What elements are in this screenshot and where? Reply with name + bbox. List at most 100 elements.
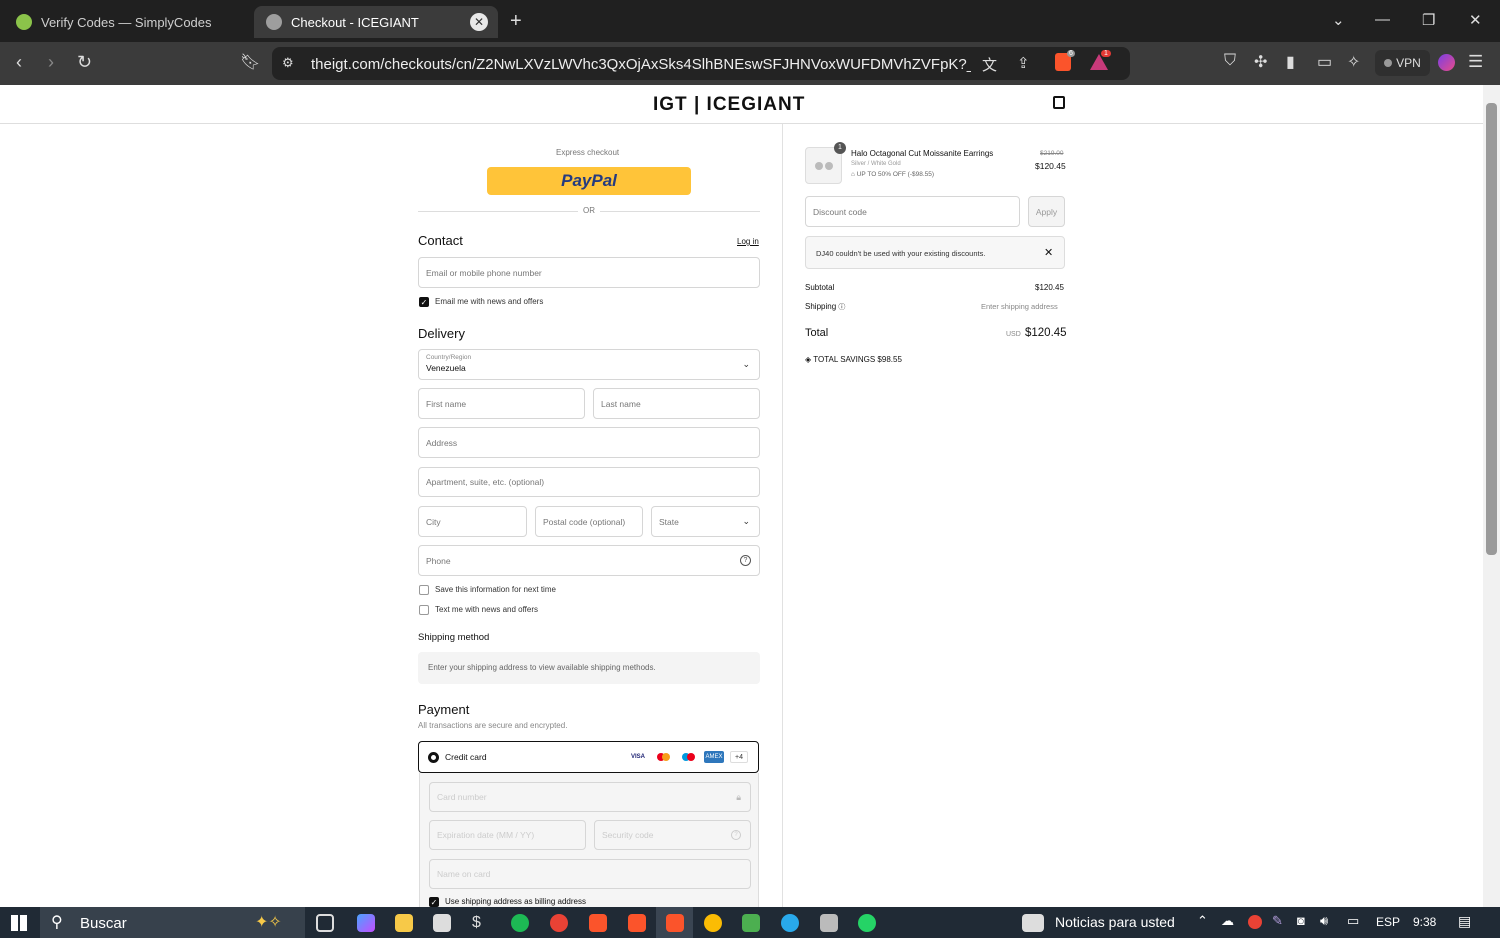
camera-icon[interactable]: ◙ xyxy=(1297,913,1305,928)
share-icon[interactable]: ⇪ xyxy=(1017,54,1030,72)
wallet-icon[interactable]: ▭ xyxy=(1317,52,1332,72)
translate-icon[interactable]: 文 xyxy=(982,54,997,75)
brave-icon[interactable] xyxy=(589,914,607,932)
discount-code-field[interactable]: Discount code xyxy=(805,196,1020,227)
brave-beta-icon[interactable] xyxy=(628,914,646,932)
login-link[interactable]: Log in xyxy=(737,237,759,246)
task-view-icon[interactable] xyxy=(316,914,334,932)
security-code-field[interactable]: Security code? xyxy=(594,820,751,850)
scrollbar-thumb[interactable] xyxy=(1486,103,1497,555)
shield-icon[interactable]: ⛉ xyxy=(1224,52,1236,70)
text-news-checkbox[interactable] xyxy=(419,605,429,615)
apply-button[interactable]: Apply xyxy=(1028,196,1065,227)
sidebar-icon[interactable]: ▮ xyxy=(1286,52,1295,72)
card-number-field[interactable]: Card number 🔒︎ xyxy=(429,782,751,812)
phone-field[interactable]: Phone? xyxy=(418,545,760,576)
close-tab-icon[interactable]: ✕ xyxy=(470,13,488,31)
windows-start-icon[interactable] xyxy=(11,915,27,931)
city-field[interactable]: City xyxy=(418,506,527,537)
contact-heading: Contact xyxy=(418,233,463,248)
tab-simplycodes[interactable]: Verify Codes — SimplyCodes xyxy=(4,6,250,38)
help-icon[interactable]: ? xyxy=(740,555,751,566)
state-select[interactable]: State ⌄ xyxy=(651,506,760,537)
restore-button[interactable]: ❐ xyxy=(1422,11,1435,29)
total-value: $120.45 xyxy=(1025,327,1067,339)
save-info-checkbox[interactable] xyxy=(419,585,429,595)
file-explorer-icon[interactable] xyxy=(395,914,413,932)
postal-code-field[interactable]: Postal code (optional) xyxy=(535,506,643,537)
text-news-label: Text me with news and offers xyxy=(435,605,539,614)
icegiant-logo[interactable]: IGT | ICEGIANT xyxy=(653,94,805,116)
onedrive-icon[interactable]: ☁ xyxy=(1221,913,1234,929)
email-news-checkbox[interactable]: ✓ xyxy=(419,297,429,307)
credit-card-option[interactable]: Credit card VISA AMEX +4 xyxy=(418,741,759,773)
vertical-scrollbar[interactable] xyxy=(1483,85,1500,907)
store-header: IGT | ICEGIANT xyxy=(0,85,1483,124)
telegram-icon[interactable] xyxy=(781,914,799,932)
leo-ai-icon[interactable]: ✧ xyxy=(1347,52,1360,72)
discount-text: UP TO 50% OFF (-$98.55) xyxy=(856,171,935,178)
tab-list-chevron-icon[interactable]: ⌄ xyxy=(1332,11,1345,29)
minecraft-icon[interactable] xyxy=(742,914,760,932)
chrome-tray-icon[interactable] xyxy=(1248,915,1262,929)
last-name-field[interactable]: Last name xyxy=(593,388,760,419)
tab-title: Checkout - ICEGIANT xyxy=(291,14,419,30)
bookmark-icon[interactable]: 🔖︎ xyxy=(240,52,260,72)
paypal-button[interactable]: PayPal xyxy=(487,167,691,195)
clock[interactable]: 9:38 xyxy=(1413,915,1436,929)
tab-checkout[interactable]: Checkout - ICEGIANT ✕ xyxy=(254,6,498,38)
whatsapp-icon[interactable] xyxy=(858,914,876,932)
notification-icon[interactable]: ▤ xyxy=(1458,913,1471,930)
address-field[interactable]: Address xyxy=(418,427,760,458)
apply-label: Apply xyxy=(1035,206,1058,217)
address-bar[interactable]: ⚙ theigt.com/checkouts/cn/Z2NwLXVzLWVhc3… xyxy=(272,47,1130,80)
chevron-up-icon[interactable]: ⌃ xyxy=(1197,913,1208,929)
column-divider xyxy=(782,124,783,907)
calculator-icon[interactable] xyxy=(820,914,838,932)
news-widget-icon[interactable] xyxy=(1022,914,1044,932)
spotify-icon[interactable] xyxy=(511,914,529,932)
apartment-field[interactable]: Apartment, suite, etc. (optional) xyxy=(418,467,760,497)
expiration-field[interactable]: Expiration date (MM / YY) xyxy=(429,820,586,850)
cart-bag-icon[interactable] xyxy=(1053,96,1065,109)
close-icon[interactable]: ✕ xyxy=(1044,246,1053,259)
country-select[interactable]: Country/Region Venezuela ⌄ xyxy=(418,349,760,380)
site-info-icon[interactable]: ⚙ xyxy=(282,55,294,71)
network-icon[interactable]: ▭ xyxy=(1347,913,1359,929)
close-window-button[interactable]: ✕ xyxy=(1469,11,1482,29)
credit-card-radio[interactable] xyxy=(428,752,439,763)
new-tab-button[interactable]: + xyxy=(510,10,522,33)
back-icon[interactable]: ‹ xyxy=(16,52,22,73)
minimize-button[interactable]: — xyxy=(1375,11,1390,28)
apartment-placeholder: Apartment, suite, etc. (optional) xyxy=(426,477,545,487)
error-text: DJ40 couldn't be used with your existing… xyxy=(816,249,986,258)
name-on-card-field[interactable]: Name on card xyxy=(429,859,751,889)
volume-icon[interactable]: 🔊︎ xyxy=(1320,913,1328,929)
vpn-button[interactable]: VPN xyxy=(1375,50,1430,76)
extensions-icon[interactable]: ✣ xyxy=(1254,52,1267,72)
taskbar-search[interactable]: ⚲ Buscar ✦✧ xyxy=(40,907,305,938)
dollar-app-icon[interactable]: $ xyxy=(472,914,490,932)
email-field[interactable]: Email or mobile phone number xyxy=(418,257,760,288)
chrome-icon[interactable] xyxy=(550,914,568,932)
help-icon[interactable]: ? xyxy=(731,830,741,840)
menu-icon[interactable]: ☰ xyxy=(1468,52,1483,72)
product-name: Halo Octagonal Cut Moissanite Earrings xyxy=(851,149,994,158)
mastercard-icon xyxy=(654,751,672,763)
url-text[interactable]: theigt.com/checkouts/cn/Z2NwLXVzLWVhc3Qx… xyxy=(311,56,971,73)
chrome-alt-icon[interactable] xyxy=(704,914,722,932)
help-icon[interactable]: ⓘ xyxy=(838,304,845,311)
copilot-icon[interactable] xyxy=(357,914,375,932)
expiration-placeholder: Expiration date (MM / YY) xyxy=(437,830,535,840)
shipping-label: Shipping ⓘ xyxy=(805,302,845,312)
news-label[interactable]: Noticias para usted xyxy=(1055,914,1175,930)
language-indicator[interactable]: ESP xyxy=(1376,915,1400,929)
brave-active-icon[interactable] xyxy=(666,914,684,932)
pen-icon[interactable]: ✎ xyxy=(1272,913,1283,929)
store-icon[interactable] xyxy=(433,914,451,932)
first-name-field[interactable]: First name xyxy=(418,388,585,419)
billing-same-checkbox[interactable]: ✓ xyxy=(429,897,439,907)
forward-icon[interactable]: › xyxy=(48,52,54,73)
profile-avatar[interactable] xyxy=(1438,54,1455,71)
reload-icon[interactable]: ↻ xyxy=(77,52,92,73)
